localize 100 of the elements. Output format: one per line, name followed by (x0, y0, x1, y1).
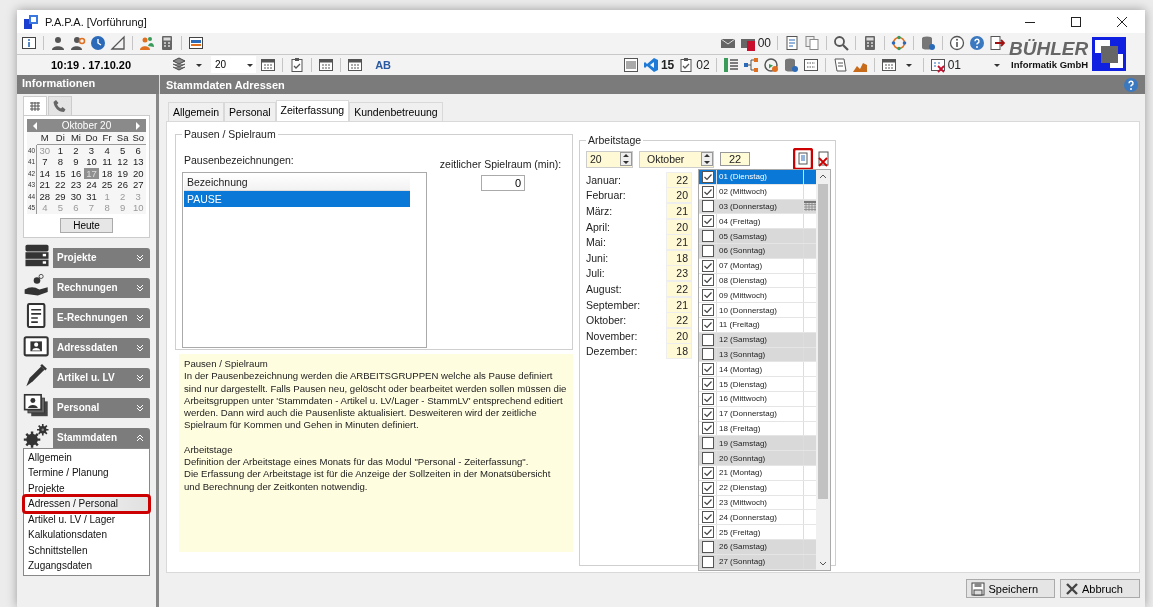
calendar-icon[interactable] (880, 56, 897, 73)
calculator-icon[interactable] (159, 35, 175, 52)
calendar-day[interactable]: 13 (130, 156, 146, 168)
checkbox[interactable] (701, 392, 714, 405)
calendar-day[interactable]: 2 (68, 144, 84, 156)
tab[interactable]: Kundenbetreuung (349, 102, 443, 121)
exit-icon[interactable] (989, 35, 1005, 52)
next-month-button[interactable] (134, 120, 142, 131)
network-icon[interactable] (742, 56, 759, 73)
checkbox[interactable] (701, 378, 714, 391)
section-header[interactable]: Adressdaten (53, 337, 150, 358)
calculator-icon[interactable] (862, 35, 878, 52)
section-header[interactable]: E-Rechnungen (53, 307, 150, 328)
month-days-field[interactable]: 21 (666, 234, 692, 251)
calendar-day[interactable]: 30 (68, 190, 84, 202)
tab[interactable]: Zeiterfassung (275, 100, 350, 121)
calendar-icon[interactable] (318, 56, 335, 73)
window-icon[interactable] (188, 35, 204, 52)
tab[interactable]: Personal (224, 102, 276, 121)
checkbox[interactable] (701, 466, 714, 479)
code-icon[interactable] (642, 56, 659, 73)
cancel-button[interactable]: Abbruch (1060, 579, 1140, 598)
checkbox[interactable] (701, 526, 714, 538)
day-row[interactable]: 20 (Sonntag) (699, 451, 816, 466)
checkbox[interactable] (701, 274, 714, 287)
person-document-icon[interactable] (50, 35, 66, 52)
checkbox[interactable] (701, 496, 714, 509)
save-button[interactable]: Speichern (966, 579, 1055, 598)
grid-icon[interactable] (347, 56, 364, 73)
scroll-up-icon[interactable] (819, 173, 827, 181)
list-row[interactable]: PAUSE (184, 191, 410, 207)
ring-icon[interactable] (891, 35, 907, 52)
scroll-thumb[interactable] (818, 184, 828, 499)
today-button[interactable]: Heute (60, 217, 113, 233)
month-field[interactable]: Oktober (639, 150, 714, 168)
tab[interactable]: Allgemein (168, 102, 225, 121)
calendar-day[interactable]: 27 (130, 179, 146, 191)
phone-tab[interactable] (48, 96, 72, 115)
calendar-day[interactable]: 18 (99, 167, 115, 179)
checkbox[interactable] (701, 481, 714, 494)
edit-document-icon[interactable] (784, 35, 800, 52)
help-icon[interactable] (969, 35, 985, 52)
day-row[interactable]: 25 (Freitag) (699, 525, 816, 540)
day-row[interactable]: 05 (Samstag) (699, 229, 816, 244)
calendar-day[interactable]: 12 (114, 156, 131, 168)
day-row[interactable]: 04 (Freitag) (699, 214, 816, 230)
checkbox[interactable] (701, 215, 714, 228)
database-icon[interactable] (920, 35, 936, 52)
year-field[interactable]: 20 (586, 150, 633, 168)
scrollbar[interactable] (816, 170, 830, 570)
document-icon[interactable] (793, 148, 813, 170)
people-icon[interactable] (139, 35, 155, 52)
calendar-day[interactable]: 6 (130, 144, 146, 156)
calendar-day[interactable]: 31 (83, 190, 100, 202)
checkbox[interactable] (701, 244, 714, 257)
checkbox[interactable] (701, 511, 714, 524)
spinner-icon[interactable] (620, 152, 632, 166)
clipboard-check-icon[interactable] (289, 56, 306, 73)
checkbox[interactable] (701, 289, 714, 302)
day-row[interactable]: 09 (Mittwoch) (699, 288, 816, 304)
calendar-day[interactable]: 11 (99, 156, 115, 168)
section-header[interactable]: Personal (53, 397, 150, 418)
note-icon[interactable] (831, 56, 848, 73)
checkbox[interactable] (701, 318, 714, 331)
checkbox[interactable] (701, 185, 714, 198)
day-row[interactable]: 19 (Samstag) (699, 436, 816, 452)
calendar-day[interactable]: 22 (52, 179, 69, 191)
checkbox[interactable] (701, 348, 714, 361)
sidebar-item[interactable]: Termine / Planung (24, 465, 149, 481)
calendar-day[interactable]: 23 (68, 179, 84, 191)
checkbox[interactable] (701, 363, 714, 376)
calendar-day[interactable]: 1 (52, 144, 69, 156)
checkbox[interactable] (701, 407, 714, 420)
calendar-day[interactable]: 26 (114, 179, 131, 191)
calendar-day[interactable]: 8 (52, 156, 69, 168)
checkbox[interactable] (701, 333, 714, 346)
calendar-day[interactable]: 9 (68, 156, 84, 168)
ruler-triangle-icon[interactable] (110, 35, 126, 52)
month-days-field[interactable]: 22 (666, 171, 692, 188)
checkbox[interactable] (701, 422, 714, 435)
calendar-day[interactable]: 19 (114, 167, 131, 179)
stack-icon[interactable] (171, 56, 187, 73)
day-row[interactable]: 15 (Dienstag) (699, 377, 816, 392)
calendar-day[interactable]: 14 (37, 167, 53, 179)
barcode-icon[interactable] (622, 56, 639, 73)
delete-document-icon[interactable] (817, 150, 831, 168)
section-header[interactable]: Projekte (53, 247, 150, 268)
info-icon[interactable] (949, 35, 965, 52)
checkbox[interactable] (701, 259, 714, 272)
calendar-day[interactable]: 4 (99, 144, 115, 156)
calendar-day[interactable]: 10 (83, 156, 100, 168)
person-search-icon[interactable] (70, 35, 86, 52)
calendar-day[interactable]: 7 (37, 156, 53, 168)
calendar-x-icon[interactable] (929, 56, 946, 73)
checkbox[interactable] (701, 555, 714, 568)
sidebar-item[interactable]: Schnittstellen (24, 542, 149, 558)
calendar-day[interactable]: 5 (114, 144, 131, 156)
clipboard-icon[interactable] (678, 56, 695, 73)
calendar-clock-icon[interactable] (260, 56, 277, 73)
day-row[interactable]: 14 (Montag) (699, 362, 816, 378)
